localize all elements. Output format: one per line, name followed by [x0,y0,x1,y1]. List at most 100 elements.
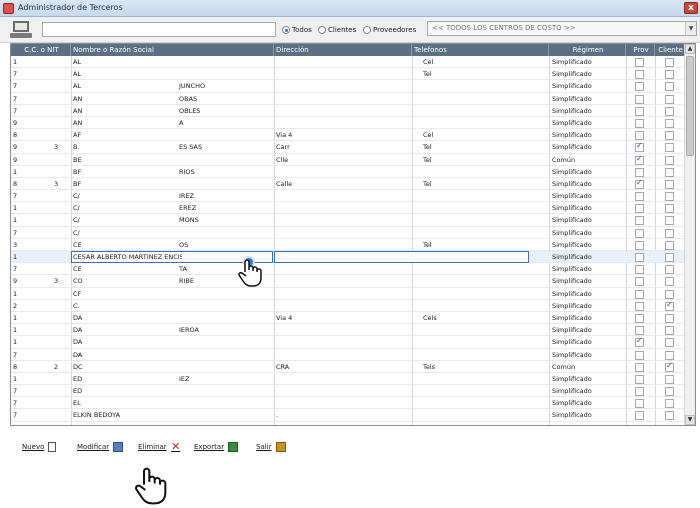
cliente-checkbox[interactable] [665,204,674,214]
table-row[interactable]: 8 2 DC CRA Tels Común [11,361,685,373]
cliente-checkbox[interactable] [665,399,674,409]
computer-icon[interactable] [10,20,32,39]
cliente-checkbox[interactable] [665,94,674,104]
prov-checkbox[interactable] [635,94,644,104]
cliente-checkbox[interactable] [665,374,674,384]
header-direccion[interactable]: Dirección [274,44,412,56]
prov-checkbox[interactable] [635,141,644,153]
cliente-checkbox[interactable] [665,326,674,336]
prov-checkbox[interactable] [635,58,644,67]
prov-checkbox[interactable] [635,362,644,372]
prov-checkbox[interactable] [635,131,644,141]
cliente-checkbox[interactable] [665,58,674,67]
chevron-down-icon[interactable]: ▼ [685,22,696,35]
radio-todos[interactable]: Todos [282,26,312,34]
prov-checkbox[interactable] [635,301,644,311]
radio-proveedores-dot[interactable] [363,26,371,34]
radio-todos-dot[interactable] [282,26,290,34]
table-row[interactable]: 1 DA Via 4 Cels Simplificado [11,312,685,325]
prov-checkbox[interactable] [635,253,644,262]
cliente-checkbox[interactable] [665,143,674,153]
cliente-checkbox[interactable] [665,228,674,238]
prov-checkbox[interactable] [635,82,644,92]
prov-checkbox[interactable] [635,240,644,250]
cliente-checkbox[interactable] [665,131,674,141]
radio-proveedores[interactable]: Proveedores [363,26,416,34]
radio-clientes[interactable]: Clientes [318,26,356,34]
prov-checkbox[interactable] [635,228,644,238]
table-row[interactable]: 7 AL Tel Simplificado [11,68,685,81]
prov-checkbox[interactable] [635,265,644,275]
table-row[interactable]: 9 AN A Simplificado [11,117,685,130]
table-row[interactable]: 1 BF RIOS Simplificado [11,166,685,178]
prov-checkbox[interactable] [635,167,644,177]
exportar-button[interactable]: Exportar [194,442,239,452]
scroll-down-icon[interactable]: ▼ [685,415,695,425]
table-row[interactable]: 7 CE TA Simplificado [11,263,685,276]
cliente-checkbox[interactable] [665,118,674,128]
vertical-scrollbar[interactable]: ▲ ▼ [684,44,695,425]
table-row[interactable]: 7 AN OBLES Simplificado [11,105,685,117]
cliente-checkbox[interactable] [665,313,674,323]
cliente-checkbox[interactable] [665,265,674,275]
table-row[interactable]: 7 C/Simplificado [11,227,685,239]
table-row[interactable]: 1 ED IEZ Simplificado [11,373,685,386]
table-row[interactable]: 7 C/IREZ Simplificado [11,190,685,203]
terceros-grid[interactable]: C.C. o NIT Nombre o Razón Social Direcci… [10,43,696,426]
table-row[interactable]: 2 C. Simplificado [11,300,685,312]
header-nit[interactable]: C.C. o NIT [11,44,71,56]
cliente-checkbox[interactable] [665,155,674,165]
cliente-checkbox[interactable] [665,411,674,421]
scroll-up-icon[interactable]: ▲ [685,44,695,54]
prov-checkbox[interactable] [635,350,644,360]
table-row[interactable]: 3 CE OS Tel Simplificado [11,239,685,251]
cliente-checkbox[interactable] [665,350,674,360]
table-row[interactable]: 1 C/EREZ Simplificado [11,202,685,215]
table-row[interactable]: 9 3 CO RIBE Simplificado [11,275,685,288]
table-row[interactable]: 9 BE Clle Tel Común [11,154,685,166]
radio-clientes-dot[interactable] [318,26,326,34]
prov-checkbox[interactable] [635,106,644,116]
prov-checkbox[interactable] [635,70,644,80]
cliente-checkbox[interactable] [665,387,674,397]
prov-checkbox[interactable] [635,154,644,165]
table-row[interactable]: 7 ELKIN BEDOYA. Simplificado [11,409,685,422]
prov-checkbox[interactable] [635,277,644,287]
cliente-checkbox[interactable] [665,167,674,177]
prov-checkbox[interactable] [635,289,644,299]
table-row[interactable]: 1 DA IEROA Simplificado [11,324,685,337]
prov-checkbox[interactable] [635,178,644,189]
table-row[interactable]: 7 ED Simplificado [11,385,685,398]
header-nombre[interactable]: Nombre o Razón Social [71,44,274,56]
cliente-checkbox[interactable] [665,277,674,287]
cliente-checkbox[interactable] [665,361,674,372]
header-telefonos[interactable]: Telefonos [412,44,549,56]
prov-checkbox[interactable] [635,192,644,202]
cliente-checkbox[interactable] [665,240,674,250]
table-row[interactable]: 1 CESAR ALBERTO MARTINEZ ENCISO Simplifica… [11,251,685,264]
table-row[interactable]: 7 AL JUNCHO Simplificado [11,80,685,93]
prov-checkbox[interactable] [635,204,644,214]
table-row[interactable]: 7 EL Simplificado [11,397,685,410]
close-button[interactable]: x [684,2,698,14]
prov-checkbox[interactable] [635,326,644,336]
modificar-button[interactable]: Modificar [77,442,124,452]
cliente-checkbox[interactable] [665,106,674,116]
cliente-checkbox[interactable] [665,216,674,226]
prov-checkbox[interactable] [635,336,644,348]
prov-checkbox[interactable] [635,118,644,128]
cliente-checkbox[interactable] [665,82,674,92]
eliminar-button[interactable]: Eliminar ✕ [138,441,181,452]
cliente-checkbox[interactable] [665,70,674,80]
table-row[interactable]: 1 C/MONS Simplificado [11,214,685,227]
scroll-thumb[interactable] [686,56,694,156]
prov-checkbox[interactable] [635,313,644,323]
prov-checkbox[interactable] [635,374,644,384]
table-row[interactable]: 7 DA Simplificado [11,349,685,361]
nuevo-button[interactable]: Nuevo [22,442,57,452]
header-prov[interactable]: Prov [626,44,655,56]
table-row[interactable]: 7 AN OBAS Simplificado [11,93,685,105]
prov-checkbox[interactable] [635,399,644,409]
cliente-checkbox[interactable] [665,289,674,299]
table-row[interactable]: 8 AF Via 4 Cel Simplificado [11,129,685,142]
